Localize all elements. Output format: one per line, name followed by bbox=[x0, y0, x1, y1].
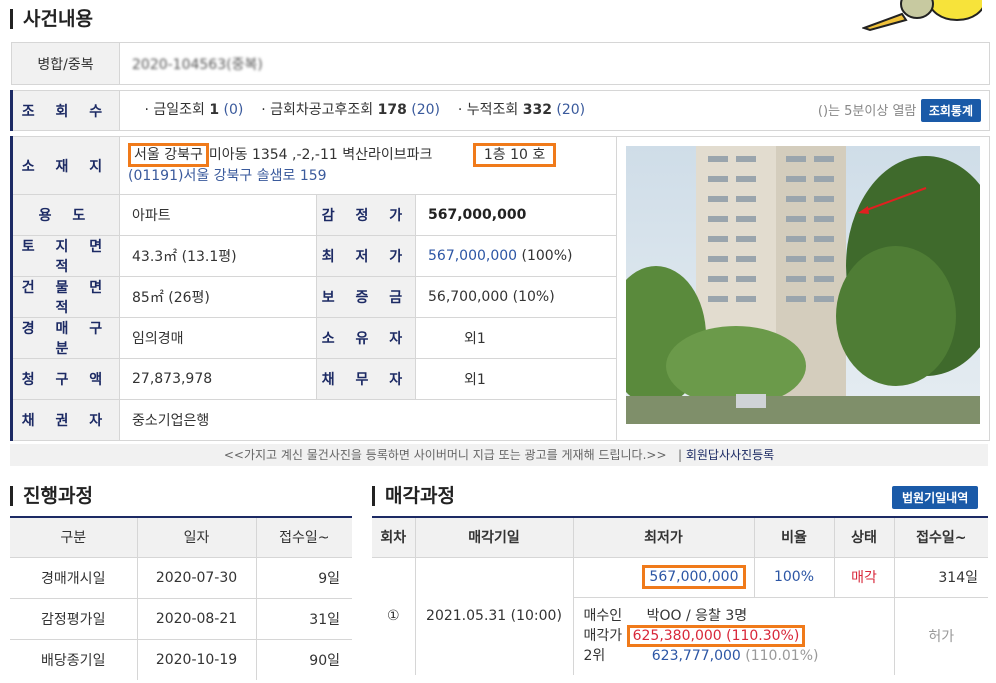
unit-number: 1층 10 호 bbox=[472, 142, 557, 167]
second-bid-pct: (110.01%) bbox=[745, 647, 819, 664]
road-address-link[interactable]: (01191)서울 강북구 솔샘로 159 bbox=[128, 168, 327, 184]
after-notice-views-value: 178 bbox=[377, 102, 407, 118]
sale-days: 314일 bbox=[893, 556, 988, 597]
after-notice-views-paren: (20) bbox=[411, 102, 441, 118]
sale-col-status: 상태 bbox=[833, 517, 894, 557]
sale-date: 2021.05.31 (10:00) bbox=[414, 556, 573, 675]
sale-status: 매각 bbox=[833, 556, 894, 597]
progress-section-title: 진행과정 bbox=[10, 486, 93, 506]
progress-col-days: 접수일~ bbox=[255, 517, 352, 557]
sale-col-round: 회차 bbox=[372, 517, 415, 557]
auction-type-label: 경 매 구 분 bbox=[10, 317, 120, 359]
progress-date: 2020-10-19 bbox=[136, 638, 256, 680]
location-value: 서울 강북구 미아동 1354 ,-2,-11 벽산라이브파크 1층 10 호 (… bbox=[119, 136, 617, 195]
progress-type: 감정평가일 bbox=[10, 597, 137, 639]
views-note: ()는 5분이상 열람 bbox=[817, 104, 917, 119]
case-section-title: 사건내용 bbox=[10, 9, 93, 29]
second-bid-label: 2위 bbox=[583, 647, 606, 664]
second-bid-text: 623,777,000 bbox=[651, 647, 746, 664]
sale-price-value: 625,380,000 (110.30%) bbox=[626, 624, 806, 647]
sale-result-cell: 매수인 박OO / 응찰 3명 매각가 625,380,000 (110.30%… bbox=[572, 596, 894, 675]
min-price-pct: (100%) bbox=[521, 248, 573, 264]
total-views-value: 332 bbox=[522, 102, 552, 118]
progress-col-type: 구분 bbox=[10, 517, 137, 557]
views-row: · 금일조회 1 (0) · 금회차공고후조회 178 (20) · 누적조회 … bbox=[119, 90, 990, 131]
sale-header-row: 회차 매각기일 최저가 비율 상태 접수일~ bbox=[372, 517, 988, 557]
min-price-value: 567,000,000 bbox=[428, 248, 518, 264]
appraisal-value: 567,000,000 bbox=[415, 194, 617, 236]
address-highlight: 서울 강북구 bbox=[128, 142, 209, 167]
court-schedule-button[interactable]: 법원기일내역 bbox=[892, 486, 979, 509]
building-area-value: 85㎡ (26평) bbox=[119, 276, 317, 318]
claim-value: 27,873,978 bbox=[119, 358, 317, 400]
progress-date: 2020-08-21 bbox=[136, 597, 256, 639]
deposit-label: 보 증 금 bbox=[316, 276, 416, 318]
today-views-value: 1 bbox=[209, 102, 220, 118]
debtor-label: 채 무 자 bbox=[316, 358, 416, 400]
progress-date: 2020-07-30 bbox=[136, 556, 256, 598]
table-row: 배당종기일 2020-10-19 90일 bbox=[10, 638, 352, 680]
sale-table: 회차 매각기일 최저가 비율 상태 접수일~ ① 2021.05.31 (10:… bbox=[372, 516, 988, 675]
progress-table: 구분 일자 접수일~ 경매개시일 2020-07-30 9일 감정평가일 202… bbox=[10, 516, 352, 680]
use-label: 용 도 bbox=[10, 194, 120, 236]
today-views-paren: (0) bbox=[223, 102, 244, 118]
progress-days: 9일 bbox=[255, 556, 352, 598]
sale-col-min-price: 최저가 bbox=[572, 517, 754, 557]
use-value: 아파트 bbox=[119, 194, 317, 236]
land-area-label: 토 지 면 적 bbox=[10, 235, 120, 277]
sale-col-date: 매각기일 bbox=[414, 517, 573, 557]
location-label: 소 재 지 bbox=[10, 136, 120, 195]
progress-days: 31일 bbox=[255, 597, 352, 639]
mascot-illustration bbox=[862, 0, 982, 32]
total-views-label: · 누적조회 bbox=[457, 102, 519, 118]
progress-days: 90일 bbox=[255, 638, 352, 680]
debtor-value: 외1 bbox=[415, 358, 617, 400]
buyer-value: 박OO / 응찰 3명 bbox=[646, 607, 748, 624]
creditor-label: 채 권 자 bbox=[10, 399, 120, 441]
creditor-value: 중소기업은행 bbox=[119, 399, 617, 441]
land-area-value: 43.3㎡ (13.1평) bbox=[119, 235, 317, 277]
progress-type: 배당종기일 bbox=[10, 638, 137, 680]
notice-text: <<가지고 계신 물건사진을 등록하면 사이버머니 지급 또는 광고를 게재해 … bbox=[223, 448, 667, 462]
table-row: 감정평가일 2020-08-21 31일 bbox=[10, 597, 352, 639]
auction-type-value: 임의경매 bbox=[119, 317, 317, 359]
sale-round: ① bbox=[372, 556, 415, 675]
second-bid-value: 623,777,000 (110.01%) bbox=[652, 648, 819, 664]
today-views-label: · 금일조회 bbox=[144, 102, 205, 118]
after-notice-views-label: · 금회차공고후조회 bbox=[261, 102, 374, 118]
view-stats-button[interactable]: 조회통계 bbox=[920, 99, 981, 122]
sale-permit: 허가 bbox=[893, 596, 988, 675]
deposit-value: 56,700,000 (10%) bbox=[415, 276, 617, 318]
appraisal-label: 감 정 가 bbox=[316, 194, 416, 236]
min-price-cell: 567,000,000 (100%) bbox=[415, 235, 617, 277]
views-label: 조 회 수 bbox=[10, 90, 120, 131]
merge-label: 병합/중복 bbox=[11, 42, 120, 85]
min-price-label: 최 저 가 bbox=[316, 235, 416, 277]
photo-register-notice: <<가지고 계신 물건사진을 등록하면 사이버머니 지급 또는 광고를 게재해 … bbox=[10, 444, 988, 466]
buyer-label: 매수인 bbox=[583, 607, 623, 624]
progress-type: 경매개시일 bbox=[10, 556, 137, 598]
total-views-paren: (20) bbox=[556, 102, 586, 118]
progress-col-date: 일자 bbox=[136, 517, 256, 557]
sale-col-ratio: 비율 bbox=[753, 517, 834, 557]
sale-min-price: 567,000,000 bbox=[642, 565, 746, 589]
address-rest: 미아동 1354 ,-2,-11 벽산라이브파크 bbox=[208, 146, 433, 163]
progress-header-row: 구분 일자 접수일~ bbox=[10, 517, 352, 557]
sale-col-days: 접수일~ bbox=[893, 517, 988, 557]
table-row: 경매개시일 2020-07-30 9일 bbox=[10, 556, 352, 598]
owner-value: 외1 bbox=[415, 317, 617, 359]
owner-label: 소 유 자 bbox=[316, 317, 416, 359]
claim-label: 청 구 액 bbox=[10, 358, 120, 400]
sale-ratio: 100% bbox=[753, 556, 834, 597]
table-row: ① 2021.05.31 (10:00) 567,000,000 100% 매각… bbox=[372, 556, 988, 675]
sale-section-title: 매각과정 bbox=[372, 486, 455, 506]
register-photo-link[interactable]: 회원답사사진등록 bbox=[686, 448, 774, 462]
property-photo[interactable] bbox=[626, 146, 980, 424]
sale-price-label: 매각가 bbox=[583, 627, 623, 644]
merge-value: 2020-104563(중복) bbox=[119, 42, 990, 85]
sale-min-price-cell: 567,000,000 bbox=[572, 556, 754, 597]
building-area-label: 건 물 면 적 bbox=[10, 276, 120, 318]
